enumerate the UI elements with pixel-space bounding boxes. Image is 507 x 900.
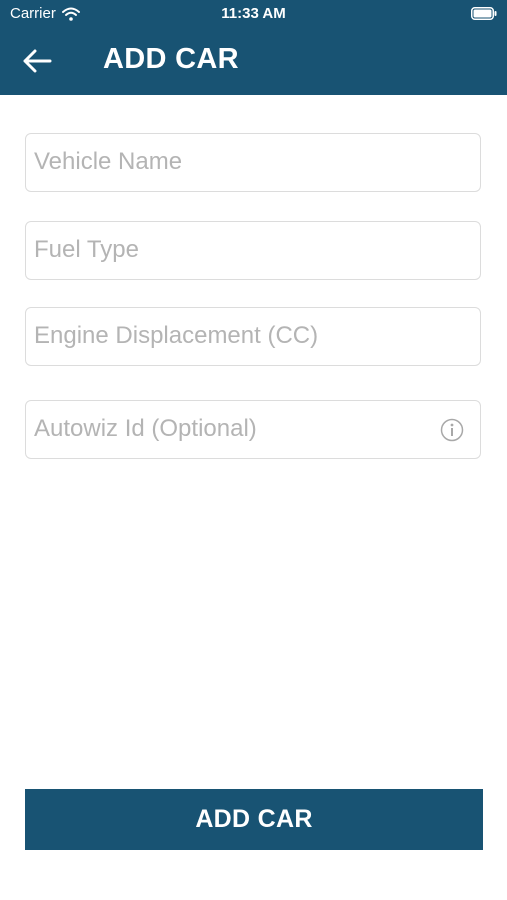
vehicle-name-input[interactable] [34, 134, 434, 190]
status-time: 11:33 AM [221, 5, 286, 22]
page-title: ADD CAR [103, 43, 239, 75]
fuel-type-field[interactable] [25, 221, 481, 280]
engine-displacement-input[interactable] [34, 308, 434, 364]
info-icon[interactable] [440, 418, 464, 442]
navigation-bar: ADD CAR [0, 30, 507, 95]
autowiz-id-input[interactable] [34, 401, 434, 457]
arrow-left-icon [23, 49, 52, 73]
add-car-button[interactable]: ADD CAR [25, 789, 483, 850]
status-bar: Carrier 11:33 AM [0, 0, 507, 30]
engine-displacement-field[interactable] [25, 307, 481, 366]
fuel-type-input[interactable] [34, 222, 434, 278]
back-button[interactable] [20, 44, 54, 78]
app-header: Carrier 11:33 AM ADD CAR [0, 0, 507, 95]
autowiz-id-field[interactable] [25, 400, 481, 459]
battery-full-icon [471, 7, 497, 20]
vehicle-name-field[interactable] [25, 133, 481, 192]
